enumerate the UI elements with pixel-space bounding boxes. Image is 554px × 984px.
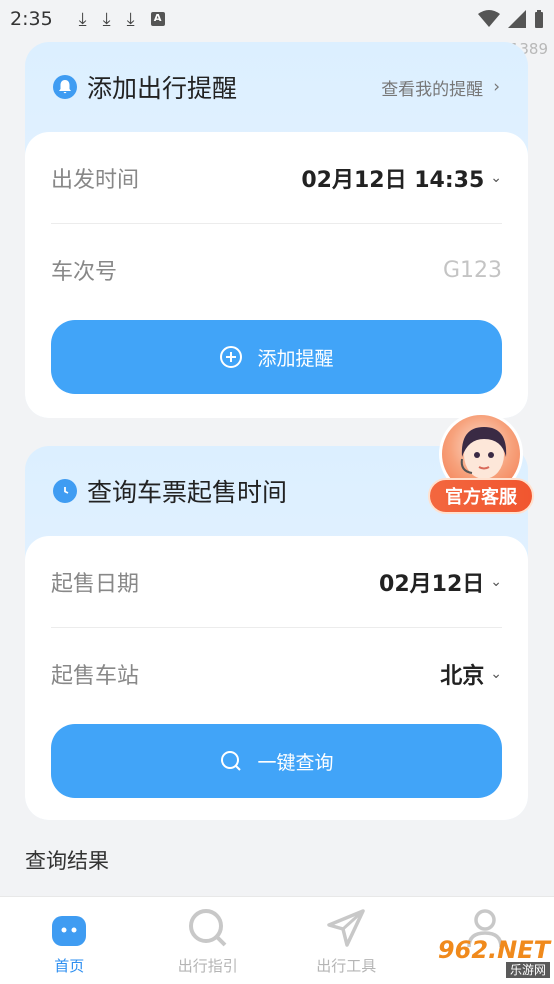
reminder-card-title: 添加出行提醒 (87, 74, 238, 103)
battery-icon (535, 10, 543, 28)
tab-travel-guide-label: 出行指引 (177, 957, 238, 975)
sale-date-row[interactable]: 起售日期 02月12日 ⌄ (51, 536, 502, 628)
wifi-icon (478, 10, 500, 27)
plus-circle-icon (220, 346, 243, 368)
train-number-row: 车次号 G123 (51, 224, 502, 316)
view-my-reminders-label: 查看我的提醒 (381, 79, 484, 100)
results-title: 查询结果 (25, 849, 109, 873)
tab-home[interactable]: 首页 (0, 897, 139, 984)
chevron-down-icon: ⌄ (490, 169, 502, 186)
tab-travel-tools[interactable]: 出行工具 (277, 897, 416, 984)
search-icon (221, 751, 242, 771)
watermark-logo-subtext: 乐游网 (505, 962, 550, 978)
departure-time-picker[interactable]: 02月12日 14:35 ⌄ (301, 162, 502, 194)
departure-time-row[interactable]: 出发时间 02月12日 14:35 ⌄ (51, 132, 502, 224)
download-icon: ⤓ (102, 8, 111, 30)
download-icon: ⤓ (126, 8, 135, 30)
reminder-card: 添加出行提醒 查看我的提醒 › 出发时间 02月12日 14:35 ⌄ 车次号 … (25, 42, 528, 418)
departure-time-value: 02月12日 14:35 (301, 167, 485, 193)
sale-date-picker[interactable]: 02月12日 ⌄ (379, 566, 502, 598)
tab-travel-guide[interactable]: 出行指引 (139, 897, 278, 984)
chevron-down-icon: ⌄ (490, 666, 502, 682)
watermark-logo-text: 962.NET (437, 936, 550, 964)
sale-station-picker[interactable]: 北京 ⌄ (440, 658, 502, 690)
view-my-reminders-link[interactable]: 查看我的提醒 › (381, 75, 500, 100)
reminder-card-body: 出发时间 02月12日 14:35 ⌄ 车次号 G123 添加提醒 (25, 132, 528, 418)
a-notification-icon: A (150, 12, 165, 26)
train-number-label: 车次号 (51, 260, 118, 285)
status-bar: 2:35 ⤓ ⤓ ⤓ A (0, 0, 554, 38)
sale-station-value: 北京 (440, 664, 485, 689)
chevron-right-icon: › (493, 77, 500, 97)
chevron-down-icon: ⌄ (490, 573, 502, 590)
status-time: 2:35 (10, 8, 53, 30)
sale-time-card-title: 查询车票起售时间 (87, 478, 288, 507)
download-icon: ⤓ (78, 8, 87, 30)
home-icon (48, 907, 90, 949)
departure-time-label: 出发时间 (51, 167, 140, 193)
add-reminder-button[interactable]: 添加提醒 (51, 320, 502, 394)
query-button[interactable]: 一键查询 (51, 724, 502, 798)
add-reminder-label: 添加提醒 (257, 347, 334, 370)
train-number-input[interactable]: G123 (443, 258, 502, 283)
customer-service-badge: 官方客服 (428, 478, 534, 514)
reminder-card-header: 添加出行提醒 查看我的提醒 › (25, 42, 528, 132)
sale-date-value: 02月12日 (379, 571, 485, 597)
sale-time-card-body: 起售日期 02月12日 ⌄ 起售车站 北京 ⌄ 一键查询 (25, 536, 528, 820)
site-watermark-logo: 962.NET 乐游网 (418, 936, 550, 980)
tab-travel-tools-label: 出行工具 (316, 957, 377, 975)
sale-station-row[interactable]: 起售车站 北京 ⌄ (51, 628, 502, 720)
tab-home-label: 首页 (54, 957, 85, 975)
send-icon (325, 907, 367, 949)
customer-service-button[interactable]: 官方客服 (428, 412, 534, 516)
search-icon (187, 907, 229, 949)
signal-icon (508, 10, 526, 28)
query-button-label: 一键查询 (257, 751, 334, 774)
sale-station-label: 起售车站 (51, 664, 140, 689)
bell-icon (53, 75, 77, 99)
clock-icon (53, 479, 77, 503)
sale-date-label: 起售日期 (51, 571, 140, 597)
